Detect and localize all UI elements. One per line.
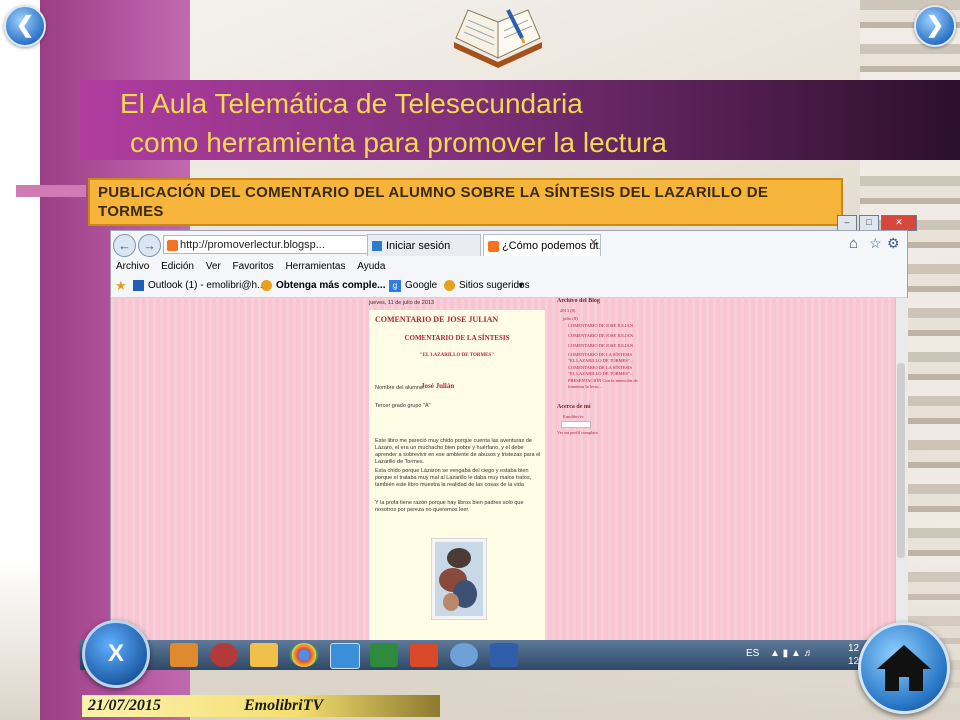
blog-page: jueves, 11 de julio de 2013 COMENTARIO D…: [111, 298, 895, 641]
tray-icons[interactable]: ▲ ▮ ▲ ♬: [770, 648, 814, 659]
google-icon: g: [389, 280, 401, 292]
menu-herramientas[interactable]: Herramientas: [285, 261, 345, 272]
menu-ayuda[interactable]: Ayuda: [357, 261, 385, 272]
tab-login[interactable]: Iniciar sesión: [367, 234, 481, 256]
ie-icon[interactable]: [330, 643, 360, 669]
tab-label: ¿Cómo podemos ut...: [502, 240, 601, 252]
post-title[interactable]: COMENTARIO DE JOSE JULIAN: [375, 315, 498, 324]
maximize-button[interactable]: □: [859, 215, 879, 231]
footer-author: EmolibriTV: [244, 697, 324, 714]
menu-archivo[interactable]: Archivo: [116, 261, 149, 272]
student-name: José Julián: [421, 382, 455, 390]
tab-close-icon[interactable]: ✕: [589, 236, 598, 249]
profile-link[interactable]: Ver mi perfil completo: [557, 430, 598, 436]
ie-icon: [261, 280, 272, 291]
open-book-icon: [454, 9, 542, 68]
close-button[interactable]: ✕: [881, 215, 917, 231]
browser-back-button[interactable]: ←: [113, 234, 136, 257]
name-label: Nombre del alumno:: [375, 385, 425, 391]
powerpoint-icon[interactable]: [410, 643, 438, 667]
blogger-icon: [488, 241, 499, 252]
taskbar-app-icon[interactable]: [450, 643, 478, 667]
word-icon[interactable]: [490, 643, 518, 667]
home-icon[interactable]: [858, 622, 950, 714]
fav-obtenga[interactable]: Obtenga más comple...: [276, 275, 385, 297]
browser-window: ← → http://promoverlectur.blogsp... ⚲▾ ▣…: [110, 230, 908, 642]
url-text: http://promoverlectur.blogsp...: [180, 239, 325, 251]
paragraph-3: Y la profa tiene razón porque hay libros…: [375, 500, 524, 513]
accent-line: [16, 185, 86, 197]
tools-gear-icon[interactable]: ⚙: [887, 235, 900, 252]
archive-item[interactable]: COMENTARIO DE JOSE JULIAN: [568, 323, 638, 329]
browser-forward-button[interactable]: →: [138, 234, 161, 257]
archive-item[interactable]: COMENTARIO DE LA SÍNTESIS "EL LAZARILLO …: [568, 352, 638, 363]
title-line-2: como herramienta para promover la lectur…: [130, 127, 667, 158]
title-line-1: El Aula Telemática de Telesecundaria: [120, 88, 583, 119]
windows-icon: [372, 241, 382, 251]
favorites-bar: ★ Outlook (1) - emolibri@h... Obtenga má…: [111, 275, 907, 298]
follow-widget[interactable]: [561, 421, 591, 428]
back-arrow-icon[interactable]: ❮: [4, 5, 46, 47]
address-bar[interactable]: http://promoverlectur.blogsp...: [163, 235, 368, 254]
tab-label: Iniciar sesión: [386, 240, 451, 252]
ie-icon: [444, 280, 455, 291]
about-name[interactable]: Emolibri tv: [563, 414, 584, 420]
blogger-icon: [167, 240, 178, 251]
post-heading: COMENTARIO DE LA SÍNTESIS: [404, 334, 510, 342]
fav-outlook[interactable]: Outlook (1) - emolibri@h...: [148, 275, 265, 297]
menu-ver[interactable]: Ver: [206, 261, 221, 272]
exit-label: X: [107, 640, 124, 667]
dropdown-icon[interactable]: ▼: [517, 275, 525, 297]
archive-year[interactable]: 2013 (8): [560, 308, 575, 314]
archive-month[interactable]: julio (8): [563, 316, 578, 322]
language-indicator[interactable]: ES: [746, 648, 759, 659]
home-glyph: [877, 645, 931, 691]
archive-item[interactable]: COMENTARIO DE JOSE JULIAN: [568, 343, 638, 349]
menu-favoritos[interactable]: Favoritos: [233, 261, 274, 272]
post-date: jueves, 11 de julio de 2013: [369, 300, 435, 306]
browser-toolbar: ← → http://promoverlectur.blogsp... ⚲▾ ▣…: [111, 231, 907, 259]
minimize-button[interactable]: –: [837, 215, 857, 231]
taskbar-app-icon[interactable]: [210, 643, 238, 667]
fav-google[interactable]: Google: [405, 275, 437, 297]
tab-blog[interactable]: ¿Cómo podemos ut...: [483, 234, 601, 256]
excel-icon[interactable]: [370, 643, 398, 667]
grade-text: Tercer grado grupo "A": [375, 403, 431, 409]
book-title: "EL LAZARILLO DE TORMES": [419, 353, 495, 358]
clock-time: 12: [848, 643, 860, 654]
paragraph-2: Esta chido porque Lázaron se vengaba del…: [375, 468, 532, 488]
window-caption-buttons: – □ ✕: [835, 215, 917, 231]
book-cover-image: [431, 538, 487, 620]
exit-x-icon[interactable]: X: [82, 620, 150, 688]
archive-title: Archivo del Blog: [557, 298, 600, 304]
blog-post: COMENTARIO DE JOSE JULIAN COMENTARIO DE …: [369, 310, 545, 641]
about-title: Acerca de mí: [557, 404, 591, 410]
paragraph-1: Este libro me pareció muy chido porque c…: [375, 438, 541, 465]
favorites-star-icon[interactable]: ☆: [869, 235, 882, 252]
windows-taskbar: ES ▲ ▮ ▲ ♬: [80, 640, 870, 670]
outlook-icon: [133, 280, 144, 291]
chrome-icon[interactable]: [290, 643, 318, 667]
subtitle-box: PUBLICACIÓN DEL COMENTARIO DEL ALUMNO SO…: [88, 178, 843, 226]
archive-item[interactable]: COMENTARIO DE JOSE JULIAN: [568, 333, 638, 339]
home-small-icon[interactable]: ⌂: [849, 235, 858, 252]
menu-bar: Archivo Edición Ver Favoritos Herramient…: [111, 258, 907, 275]
footer-date: 21/07/2015: [88, 697, 161, 714]
archive-item[interactable]: COMENTARIO DE LA SÍNTESIS "EL LAZARILLO …: [568, 365, 638, 376]
footer-bar: 21/07/2015 EmolibriTV: [82, 695, 440, 717]
taskbar-app-icon[interactable]: [170, 643, 198, 667]
favorites-star-icon[interactable]: ★: [115, 275, 127, 297]
forward-arrow-icon[interactable]: ❯: [914, 5, 956, 47]
folder-icon[interactable]: [250, 643, 278, 667]
menu-edicion[interactable]: Edición: [161, 261, 194, 272]
scrollbar-thumb[interactable]: [897, 363, 905, 558]
archive-item[interactable]: PRESENTACIÓN Con la intención de fomenta…: [568, 378, 638, 389]
